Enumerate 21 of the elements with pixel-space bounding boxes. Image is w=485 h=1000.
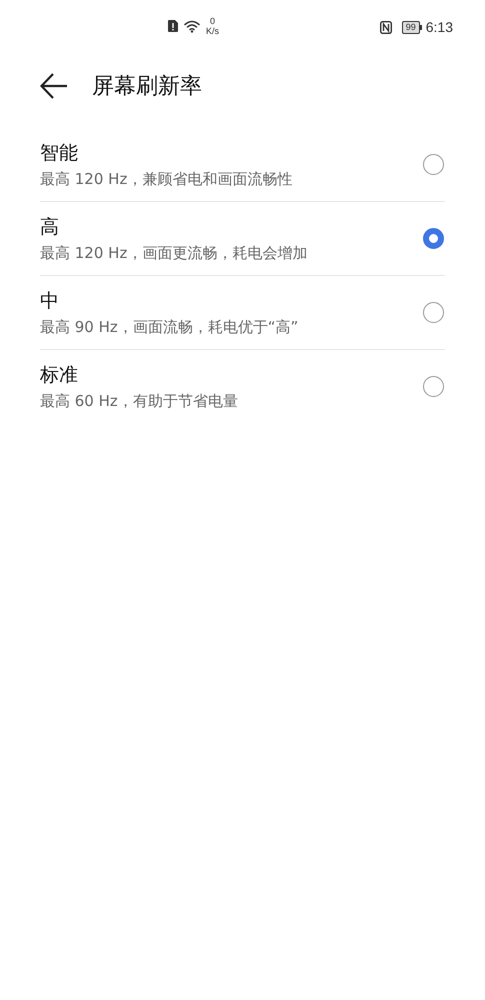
clock-time: 6:13 xyxy=(426,19,453,35)
radio-button[interactable] xyxy=(423,228,444,249)
option-description: 最高 60 Hz，有助于节省电量 xyxy=(40,390,238,410)
option-description: 最高 90 Hz，画面流畅，耗电优于“高” xyxy=(40,316,298,336)
radio-button[interactable] xyxy=(423,302,444,323)
network-speed-value: 0 xyxy=(210,16,216,26)
option-title: 中 xyxy=(40,288,60,312)
option-title: 标准 xyxy=(40,362,79,386)
network-speed-unit: K/s xyxy=(206,26,220,36)
option-description: 最高 120 Hz，画面更流畅，耗电会增加 xyxy=(40,242,308,262)
sim-alert-icon xyxy=(168,20,178,32)
battery-level: 99 xyxy=(402,20,420,34)
page-title: 屏幕刷新率 xyxy=(92,73,202,101)
nfc-icon xyxy=(380,20,392,34)
wifi-icon xyxy=(184,20,200,32)
back-button[interactable] xyxy=(40,72,70,100)
radio-button[interactable] xyxy=(423,376,444,397)
option-description: 最高 120 Hz，兼顾省电和画面流畅性 xyxy=(40,168,292,188)
option-title: 智能 xyxy=(40,140,79,164)
radio-button[interactable] xyxy=(423,154,444,175)
option-title: 高 xyxy=(40,214,60,238)
